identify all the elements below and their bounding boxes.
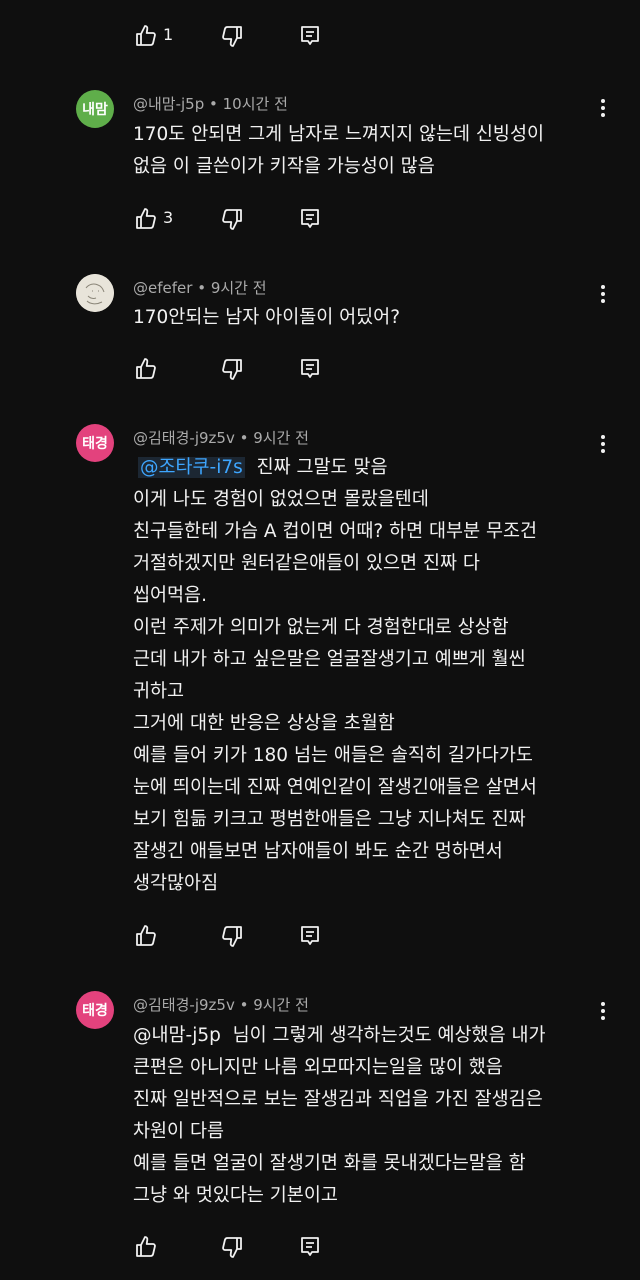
comment-text-line: 이게 나도 경험이 없었으면 몰랐을텐데 (133, 489, 429, 510)
thumb-up-icon (134, 24, 158, 48)
avatar[interactable] (76, 274, 114, 312)
thumb-down-icon (220, 207, 244, 231)
comment-text-segment: 님이 그렇게 생각하는것도 예상했음 내가 (232, 1025, 546, 1046)
thumb-down-icon (220, 24, 244, 48)
like-count: 3 (163, 208, 174, 227)
more-options-icon[interactable] (596, 433, 610, 455)
dislike-button[interactable] (218, 205, 246, 233)
comment-meta: @내맘-j5p • 10시간 전 (133, 95, 288, 113)
reply-icon (298, 924, 322, 948)
comment-author[interactable]: @김태경-j9z5v (133, 429, 235, 447)
comment-actions: 1 (0, 22, 640, 62)
more-options-icon[interactable] (596, 97, 610, 119)
comment-text-line: 이런 주제가 의미가 없는게 다 경험한대로 상상함 (133, 617, 509, 638)
comment-text-line: 거절하겠지만 원터같은애들이 있으면 진짜 다 (133, 553, 480, 574)
comment-text-segment: 진짜 그말도 맞음 (256, 457, 388, 478)
more-options-icon[interactable] (596, 1000, 610, 1022)
like-count: 1 (163, 25, 174, 44)
comment-text-line: 차원이 다름 (133, 1121, 224, 1142)
comment-actions: 3 (0, 205, 640, 245)
like-button[interactable] (132, 22, 160, 50)
comment-text-line: 친구들한테 가슴 A 컵이면 어때? 하면 대부분 무조건 (133, 521, 538, 542)
comment-text-line: @내맘-j5p 님이 그렇게 생각하는것도 예상했음 내가 (133, 1021, 546, 1051)
thumb-down-icon (220, 924, 244, 948)
comment-text-line: 잘생긴 애들보면 남자애들이 봐도 순간 멍하면서 (133, 841, 503, 862)
reply-button[interactable] (296, 355, 324, 383)
comment-time: 10시간 전 (222, 95, 288, 113)
comment-text-line: 생각많아짐 (133, 873, 219, 894)
comment-text-line: 예를 들어 키가 180 넘는 애들은 솔직히 길가다가도 (133, 745, 533, 766)
avatar-text: 태경 (82, 1003, 108, 1019)
dislike-button[interactable] (218, 22, 246, 50)
reply-icon (298, 1235, 322, 1259)
comment-text-line: @조타쿠-i7s 진짜 그말도 맞음 (138, 453, 387, 483)
comment-text-line: 없음 이 글쓴이가 키작을 가능성이 많음 (133, 156, 435, 177)
comment-text-line: 근데 내가 하고 싶은말은 얼굴잘생기고 예쁘게 훨씬 (133, 649, 526, 670)
avatar[interactable]: 태경 (76, 991, 114, 1029)
comment-text-line: 큰편은 아니지만 나름 외모따지는일을 많이 했음 (133, 1057, 503, 1078)
comment-time: 9시간 전 (253, 996, 309, 1014)
thumb-up-icon (134, 207, 158, 231)
reply-button[interactable] (296, 1233, 324, 1261)
comment-text-line: 씹어먹음. (133, 585, 207, 606)
reply-icon (298, 357, 322, 381)
comment-text-line: 눈에 띄이는데 진짜 연예인같이 잘생긴애들은 살면서 (133, 777, 537, 798)
comment-text-line: 귀하고 (133, 681, 185, 702)
comment-text-line: 그거에 대한 반응은 상상을 초월함 (133, 713, 395, 734)
mention-link[interactable]: @조타쿠-i7s (138, 457, 245, 478)
comment-actions (0, 1233, 640, 1273)
thumb-up-icon (134, 924, 158, 948)
comment-author[interactable]: @내맘-j5p (133, 95, 204, 113)
reply-button[interactable] (296, 922, 324, 950)
reply-button[interactable] (296, 22, 324, 50)
thumb-down-icon (220, 1235, 244, 1259)
avatar-sketch-icon (76, 274, 114, 312)
avatar[interactable]: 내맘 (76, 90, 114, 128)
comment-time: 9시간 전 (210, 279, 267, 297)
thumb-down-icon (220, 357, 244, 381)
reply-button[interactable] (296, 205, 324, 233)
comment-actions (0, 355, 640, 395)
comment-text-line: 170안되는 남자 아이돌이 어딨어? (133, 307, 401, 328)
comment-text-line: 그냥 와 멋있다는 기본이고 (133, 1185, 338, 1206)
reply-icon (298, 207, 322, 231)
comment-text-line: 170도 안되면 그게 남자로 느껴지지 않는데 신빙성이 (133, 124, 544, 145)
reply-icon (298, 24, 322, 48)
comment-author[interactable]: @efefer (133, 279, 192, 297)
comment-text-line: 보기 힘듦 키크고 평범한애들은 그냥 지나쳐도 진짜 (133, 809, 526, 830)
mention-link[interactable]: @내맘-j5p (133, 1025, 221, 1046)
comment-text-line: 예를 들면 얼굴이 잘생기면 화를 못내겠다는말을 함 (133, 1153, 526, 1174)
comment-time: 9시간 전 (253, 429, 309, 447)
avatar-text: 내맘 (82, 102, 108, 118)
more-options-icon[interactable] (596, 283, 610, 305)
like-button[interactable] (132, 355, 160, 383)
comment-text-line: 진짜 일반적으로 보는 잘생김과 직업을 가진 잘생김은 (133, 1089, 543, 1110)
like-button[interactable] (132, 922, 160, 950)
comment-meta: @김태경-j9z5v • 9시간 전 (133, 996, 309, 1014)
thumb-up-icon (134, 357, 158, 381)
dislike-button[interactable] (218, 922, 246, 950)
avatar-text: 태경 (82, 436, 108, 452)
thumb-up-icon (134, 1235, 158, 1259)
comment-meta: @김태경-j9z5v • 9시간 전 (133, 429, 309, 447)
dislike-button[interactable] (218, 1233, 246, 1261)
avatar[interactable]: 태경 (76, 424, 114, 462)
like-button[interactable] (132, 1233, 160, 1261)
comment-actions (0, 922, 640, 962)
comment-author[interactable]: @김태경-j9z5v (133, 996, 235, 1014)
dislike-button[interactable] (218, 355, 246, 383)
comment-meta: @efefer • 9시간 전 (133, 279, 267, 297)
like-button[interactable] (132, 205, 160, 233)
